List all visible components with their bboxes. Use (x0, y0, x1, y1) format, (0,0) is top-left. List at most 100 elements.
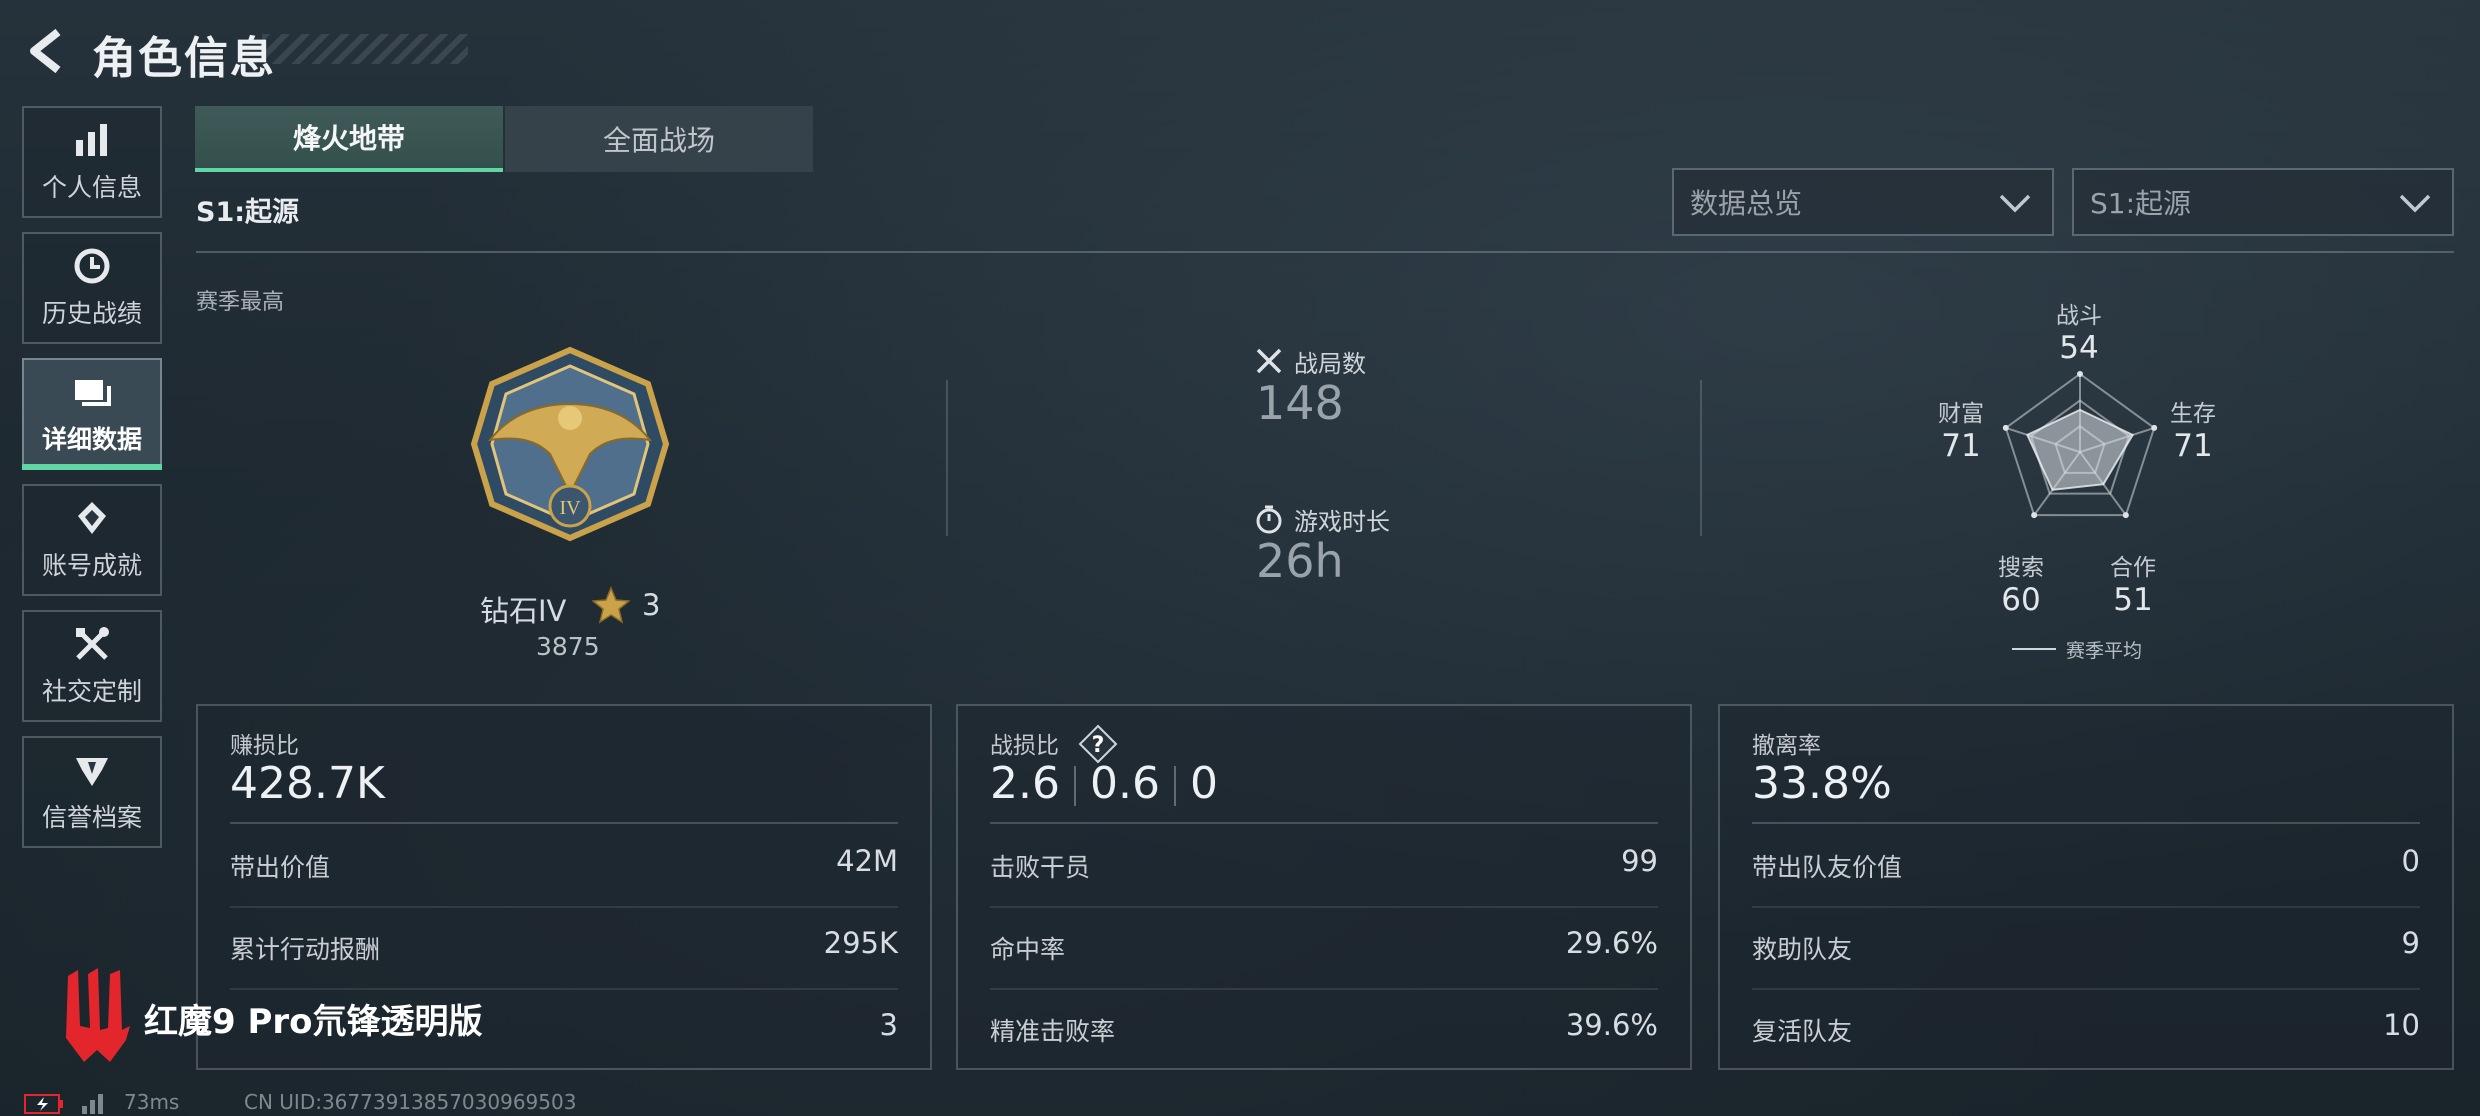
sidebar-item-label: 社交定制 (41, 677, 142, 706)
divider (230, 988, 898, 990)
row-label: 命中率 (990, 935, 1066, 964)
back-arrow-icon (30, 28, 61, 74)
row-label: 击败干员 (990, 853, 1091, 882)
radar-axis-dot (2122, 512, 2129, 519)
card-value: 33.8% (1752, 758, 1892, 809)
stopwatch-icon (1256, 505, 1282, 534)
row-value: 3 (879, 1008, 898, 1042)
ping-text: 73ms (124, 1090, 180, 1114)
back-button[interactable] (22, 26, 72, 76)
radar-axis-label: 生存 (2170, 401, 2216, 427)
brand-logo-icon (66, 968, 130, 1062)
watermark-text: 红魔9 Pro氘锋透明版 (144, 1002, 483, 1042)
battery-icon (24, 1094, 63, 1114)
row-label: 救助队友 (1752, 935, 1853, 964)
star-icon (592, 586, 630, 624)
rank-star-count: 3 (642, 588, 661, 622)
kd-value: 0 (1189, 758, 1218, 809)
sidebar-item-label: 账号成就 (41, 551, 142, 580)
radar-axis-label: 合作 (2110, 555, 2156, 581)
row-value: 99 (1621, 844, 1658, 878)
separator (1173, 766, 1176, 806)
radar-axis-label: 搜索 (1998, 555, 2044, 581)
divider (1752, 906, 2420, 908)
sidebar-item-history[interactable]: 历史战绩 (22, 232, 162, 344)
sidebar-item-detailed-data[interactable]: 详细数据 (22, 358, 162, 470)
row-value: 39.6% (1565, 1008, 1658, 1042)
signal-icon (82, 1094, 103, 1114)
sidebar-item-label: 信誉档案 (41, 803, 142, 832)
chevron-down-icon (1999, 194, 2031, 213)
kd-value: 2.6 (990, 758, 1060, 809)
page-title: 角色信息 (92, 33, 276, 84)
view-select[interactable]: 数据总览 (1672, 168, 2054, 236)
achievement-icon (78, 502, 106, 534)
kd-values: 2.6 0.6 0 (990, 758, 1218, 809)
row-label: 带出价值 (230, 853, 331, 882)
radar-axis-dot (2077, 371, 2083, 377)
card-title: 赚损比 (230, 733, 299, 759)
row-label: 复活队友 (1752, 1017, 1853, 1046)
legend-label: 赛季平均 (2066, 640, 2143, 662)
divider (990, 988, 1658, 990)
separator (1073, 766, 1076, 806)
tools-icon (76, 627, 109, 660)
sidebar-item-credit[interactable]: 信誉档案 (22, 736, 162, 848)
row-label: 精准击败率 (990, 1017, 1116, 1046)
radar-axis-value: 71 (2173, 428, 2213, 464)
season-select-value: S1:起源 (2090, 187, 2192, 220)
tab-full-battlefield[interactable]: 全面战场 (505, 106, 813, 172)
row-value: 295K (823, 926, 898, 960)
sidebar-item-label: 个人信息 (41, 173, 142, 202)
row-label: 累计行动报酬 (230, 935, 381, 964)
credit-shield-icon (76, 758, 108, 786)
radar-value-polygon (2026, 408, 2135, 491)
matches-label: 战局数 (1294, 350, 1366, 378)
view-select-value: 数据总览 (1690, 187, 1803, 220)
playtime-label: 游戏时长 (1294, 508, 1390, 536)
bar-chart-icon (76, 124, 107, 156)
divider (196, 251, 2454, 253)
rank-name: 钻石IV (480, 594, 567, 628)
divider (946, 380, 948, 536)
season-best-label: 赛季最高 (196, 290, 285, 315)
radar-axis-value: 60 (2001, 582, 2041, 618)
rank-score: 3875 (536, 632, 600, 661)
sidebar-item-social[interactable]: 社交定制 (22, 610, 162, 722)
radar-axis-value: 71 (1941, 428, 1981, 464)
divider (230, 906, 898, 908)
tab-warzone[interactable]: 烽火地带 (195, 106, 503, 172)
card-title: 撤离率 (1752, 733, 1821, 759)
matches-value: 148 (1256, 376, 1344, 430)
sidebar-item-label: 详细数据 (41, 425, 142, 454)
row-value: 10 (2383, 1008, 2420, 1042)
row-value: 0 (2401, 844, 2420, 878)
season-select[interactable]: S1:起源 (2072, 168, 2454, 236)
sidebar-item-label: 历史战绩 (41, 299, 142, 328)
history-clock-icon (74, 248, 110, 284)
divider (230, 822, 898, 824)
season-label: S1:起源 (196, 197, 300, 228)
divider (990, 822, 1658, 824)
rank-badge-icon: IV (470, 346, 670, 542)
kd-value: 0.6 (1089, 758, 1160, 809)
divider (990, 906, 1658, 908)
row-value: 29.6% (1565, 926, 1658, 960)
playtime-value: 26h (1256, 534, 1344, 588)
uid-text: CN UID:36773913857030969503 (244, 1090, 577, 1114)
sidebar-item-achievements[interactable]: 账号成就 (22, 484, 162, 596)
radar-axis-label: 战斗 (2056, 303, 2102, 329)
divider (1752, 822, 2420, 824)
divider (1752, 988, 2420, 990)
card-title: 战损比 (990, 733, 1059, 759)
divider (1700, 380, 1702, 536)
svg-text:IV: IV (559, 497, 581, 519)
cards-icon (75, 380, 111, 406)
row-value: 9 (2401, 926, 2420, 960)
kd-ratio-card: 战损比 ? 2.6 0.6 0 击败干员 99 命中率 29.6% 精准击败率 39… (956, 704, 1692, 1070)
row-value: 42M (836, 844, 898, 878)
chevron-down-icon (2399, 194, 2431, 213)
sidebar-item-personal-info[interactable]: 个人信息 (22, 106, 162, 218)
crossed-swords-icon (1256, 348, 1282, 374)
radar-axis-value: 54 (2059, 330, 2099, 366)
